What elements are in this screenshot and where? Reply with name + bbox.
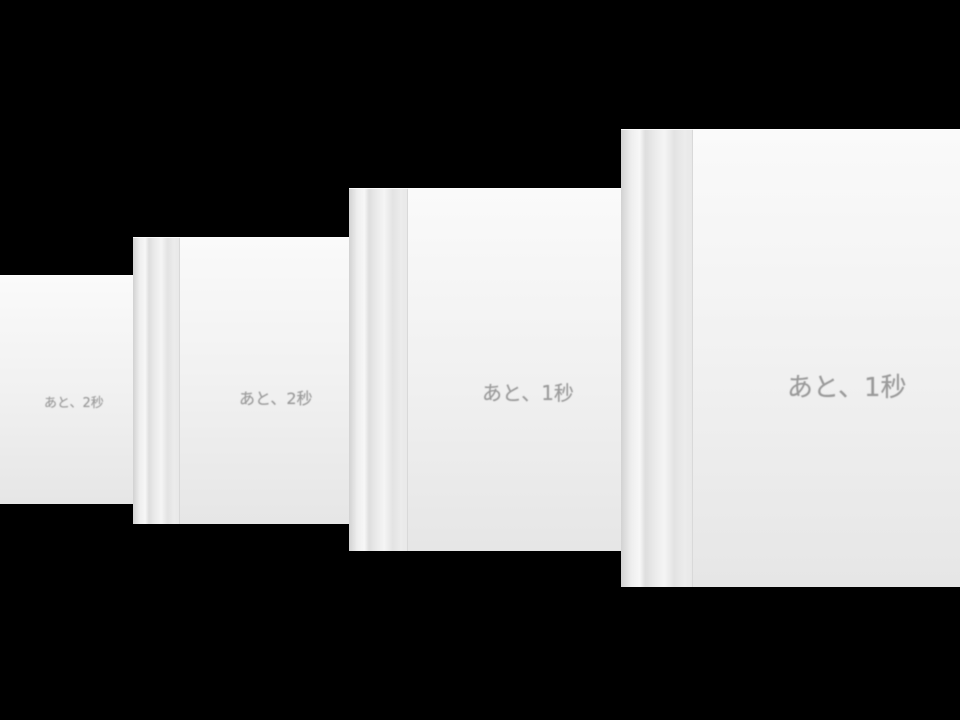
countdown-card-4: あと、1秒 — [621, 129, 960, 587]
countdown-card-2: あと、2秒 — [133, 237, 351, 524]
card-edge — [133, 237, 180, 524]
card-edge — [621, 129, 693, 587]
countdown-label: あと、2秒 — [239, 389, 313, 408]
countdown-stage: あと、2秒 あと、2秒 あと、1秒 あと、1秒 — [0, 0, 960, 720]
countdown-label: あと、1秒 — [787, 373, 907, 403]
countdown-card-1: あと、2秒 — [0, 275, 134, 504]
countdown-card-3: あと、1秒 — [349, 188, 623, 551]
card-edge — [349, 188, 408, 551]
countdown-label: あと、2秒 — [44, 396, 104, 411]
countdown-label: あと、1秒 — [482, 381, 574, 405]
